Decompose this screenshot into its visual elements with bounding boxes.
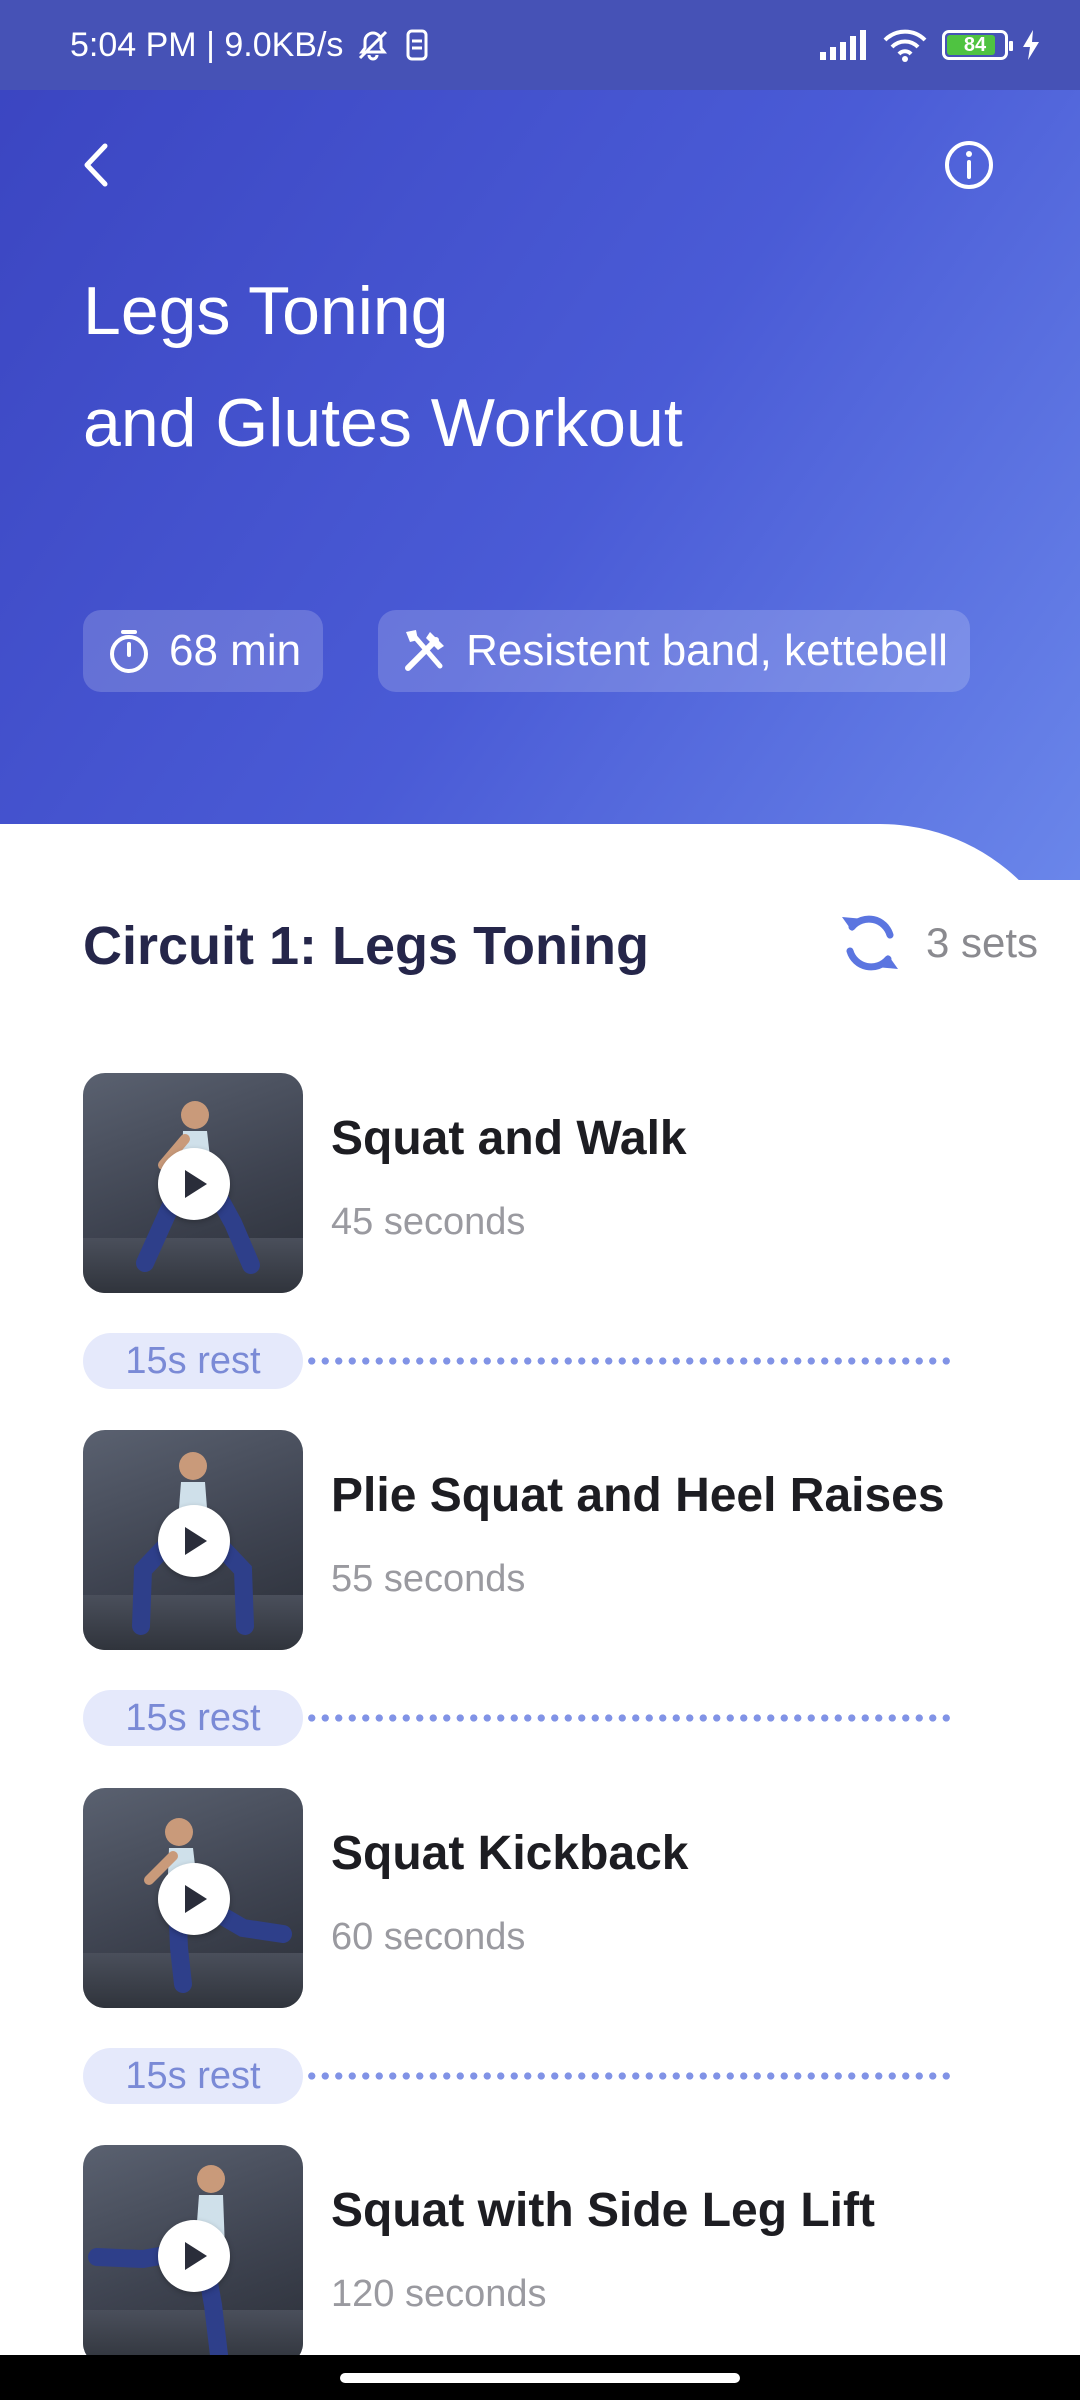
play-button[interactable]: [158, 2220, 230, 2292]
play-icon: [185, 1170, 207, 1198]
rest-dotted-line: [305, 2072, 955, 2080]
duration-chip: 68 min: [83, 610, 324, 692]
exercise-name: Squat Kickback: [331, 1827, 689, 1880]
exercise-name: Plie Squat and Heel Raises: [331, 1469, 945, 1522]
home-gesture-handle[interactable]: [340, 2373, 740, 2383]
rest-label: 15s rest: [83, 1690, 303, 1746]
rest-label: 15s rest: [83, 1333, 303, 1389]
circuit-title: Circuit 1: Legs Toning: [83, 916, 649, 976]
system-navigation-bar: [0, 2355, 1080, 2400]
chevron-left-icon: [84, 143, 108, 187]
play-icon: [185, 1527, 207, 1555]
exercise-item[interactable]: Squat Kickback 60 seconds: [83, 1788, 1023, 2008]
tools-icon: [405, 630, 445, 671]
workout-info-chips: 68 min Resistent band, kettebell: [83, 610, 970, 692]
exercise-duration: 60 seconds: [331, 1916, 526, 1958]
alarm-off-icon: [359, 30, 388, 61]
workout-title: Legs Toning and Glutes Workout: [83, 255, 983, 479]
rest-label: 15s rest: [83, 2048, 303, 2104]
status-time-speed: 5:04 PM | 9.0KB/s: [70, 25, 344, 64]
signal-icon: [820, 30, 866, 60]
exercise-thumbnail[interactable]: [83, 2145, 303, 2365]
status-bar: 5:04 PM | 9.0KB/s 84: [0, 0, 1080, 90]
exercise-item[interactable]: Squat with Side Leg Lift 120 seconds: [83, 2145, 1023, 2365]
rest-dotted-line: [305, 1357, 955, 1365]
workout-title-line1: Legs Toning: [83, 273, 449, 349]
exercise-thumbnail[interactable]: [83, 1788, 303, 2008]
exercise-item[interactable]: Plie Squat and Heel Raises 55 seconds: [83, 1430, 1023, 1650]
rest-indicator: 15s rest: [83, 1333, 955, 1389]
exercise-thumbnail[interactable]: [83, 1430, 303, 1650]
rest-dotted-line: [305, 1714, 955, 1722]
wifi-icon: [883, 29, 927, 62]
exercise-name: Squat and Walk: [331, 1112, 687, 1165]
play-icon: [185, 1885, 207, 1913]
play-icon: [185, 2242, 207, 2270]
exercise-name: Squat with Side Leg Lift: [331, 2184, 875, 2237]
exercise-duration: 120 seconds: [331, 2273, 547, 2315]
exercise-item[interactable]: Squat and Walk 45 seconds: [83, 1073, 1023, 1293]
workout-title-line2: and Glutes Workout: [83, 385, 683, 461]
stopwatch-icon: [110, 630, 148, 673]
info-button[interactable]: [934, 130, 1004, 200]
rest-indicator: 15s rest: [83, 1690, 955, 1746]
equipment-label: Resistent band, kettebell: [466, 626, 948, 675]
sim-icon: [406, 29, 428, 61]
info-circle-icon: [945, 141, 993, 189]
duration-label: 68 min: [169, 626, 302, 675]
equipment-chip: Resistent band, kettebell: [378, 610, 970, 692]
exercise-duration: 45 seconds: [331, 1201, 526, 1243]
repeat-icon: [841, 915, 898, 971]
battery-indicator: 84: [942, 30, 1013, 60]
charging-icon: [1023, 30, 1039, 60]
rest-indicator: 15s rest: [83, 2048, 955, 2104]
play-button[interactable]: [158, 1148, 230, 1220]
back-button[interactable]: [62, 130, 132, 200]
play-button[interactable]: [158, 1505, 230, 1577]
battery-level: 84: [963, 33, 987, 56]
sets-label: 3 sets: [925, 919, 1038, 966]
exercise-duration: 55 seconds: [331, 1558, 526, 1600]
exercise-thumbnail[interactable]: [83, 1073, 303, 1293]
sets-indicator: 3 sets: [838, 905, 1038, 981]
play-button[interactable]: [158, 1863, 230, 1935]
